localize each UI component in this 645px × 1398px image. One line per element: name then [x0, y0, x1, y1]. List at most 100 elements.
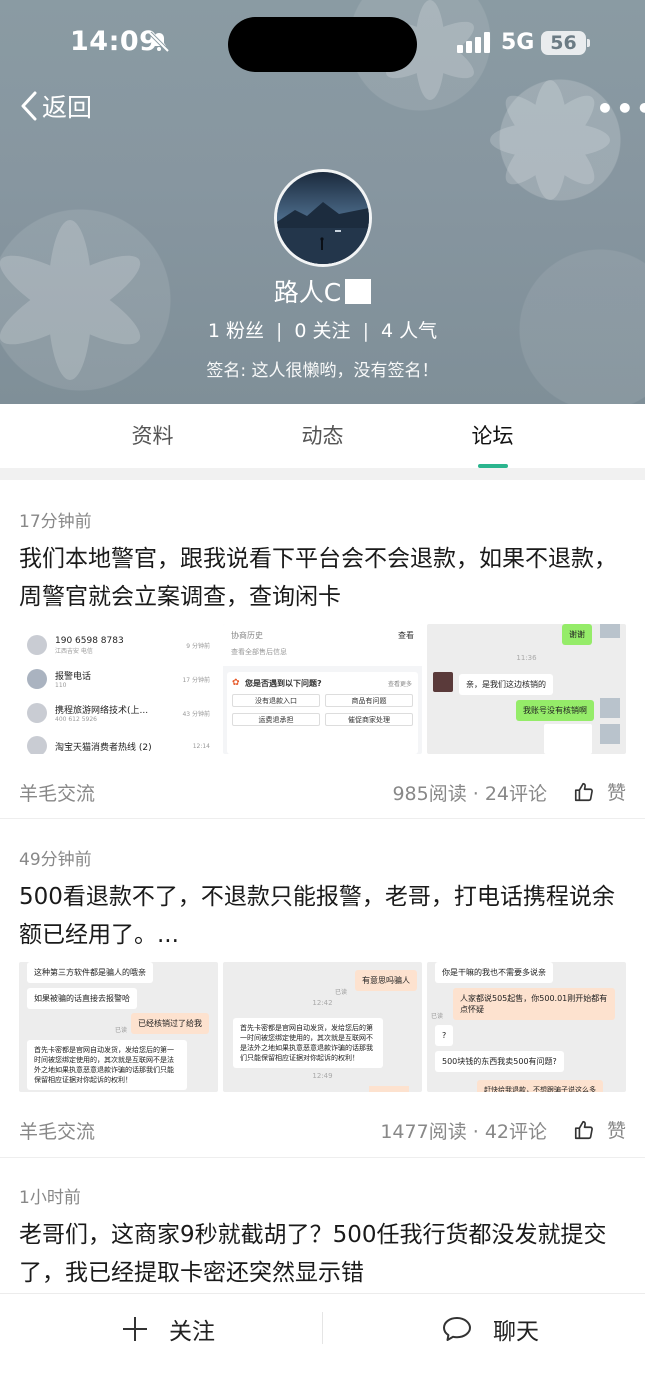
stat-divider: |: [276, 320, 283, 342]
call-name: 淘宝天猫消费者热线 (2): [55, 742, 152, 753]
chat-avatar: [600, 698, 620, 718]
avatar[interactable]: [274, 169, 372, 267]
chat-bubble: 你是干嘛的我也不需要多说亲: [435, 962, 553, 983]
post-time: 1小时前: [19, 1188, 81, 1208]
section-divider: [0, 468, 645, 480]
stat-following[interactable]: 0 关注: [294, 320, 350, 342]
bottom-action-bar: 关注 聊天: [0, 1293, 645, 1398]
chat-avatar: [600, 724, 620, 744]
post-image-chat[interactable]: 你是干嘛的我也不需要多说亲 人家都说505起售，你500.01刚开始都有点怀疑 …: [427, 962, 626, 1092]
contact-avatar-icon: [27, 635, 47, 655]
post-metrics: 985阅读 · 24评论: [392, 783, 547, 805]
help-view: 查看: [398, 631, 414, 640]
call-sub: 110: [55, 682, 67, 689]
contact-avatar-icon: [27, 736, 47, 754]
forum-post[interactable]: 49分钟前 500看退款不了，不退款只能报警，老哥，打电话携程说余额已经用了。.…: [0, 819, 645, 1157]
help-more: 查看更多: [387, 681, 412, 688]
stat-fans[interactable]: 1 粉丝: [208, 320, 264, 342]
status-time: 14:09: [70, 26, 159, 57]
post-metrics: 1477阅读 · 42评论: [380, 1121, 547, 1143]
profile-stats: 1 粉丝 | 0 关注 | 4 人气: [0, 316, 645, 343]
battery-tip: [587, 39, 590, 47]
call-time: 9 分钟前: [186, 642, 210, 650]
chat-bubble: 谢谢: [562, 624, 592, 645]
chat-bubble-icon: [443, 1317, 471, 1341]
contact-avatar-icon: [27, 703, 47, 723]
call-name: 190 6598 8783: [55, 635, 124, 646]
chat-time: 12:42: [312, 999, 333, 1007]
chat-bubble: 我账号没有核销啊: [516, 700, 594, 721]
post-image-chat[interactable]: 有意思吗骗人 已读 12:42 首先卡密都是官网自动发货，发给您后的第一时间被您…: [223, 962, 422, 1092]
bell-muted-icon: [148, 31, 170, 53]
like-label: 赞: [607, 1120, 627, 1142]
help-option: 没有退款入口: [232, 694, 320, 707]
post-source[interactable]: 羊毛交流: [19, 1117, 95, 1144]
network-type: 5G: [501, 30, 535, 55]
read-status: 已读: [115, 1027, 128, 1034]
more-options-icon[interactable]: •••: [596, 92, 645, 125]
post-title[interactable]: 我们本地警官，跟我说看下平台会不会退款，如果不退款，周警官就会立案调查，查询闲卡: [19, 540, 629, 616]
like-button[interactable]: 赞: [573, 778, 626, 805]
chat-bubble: 如果被骗的话直接去报警哈: [27, 988, 137, 1009]
call-time: 43 分钟前: [182, 710, 210, 718]
help-option: 运费退承担: [232, 713, 320, 726]
post-title[interactable]: 500看退款不了，不退款只能报警，老哥，打电话携程说余额已经用了。...: [19, 878, 629, 954]
call-time: 12:14: [192, 742, 210, 750]
call-time: 17 分钟前: [182, 676, 210, 684]
chat-bubble: 有意思吗骗人: [355, 970, 417, 991]
post-source[interactable]: 羊毛交流: [19, 779, 95, 806]
plus-icon: [123, 1317, 147, 1341]
avatar-image: [277, 172, 369, 264]
call-name: 携程旅游网络技术(上...: [55, 706, 149, 716]
contact-avatar-icon: [27, 669, 47, 689]
chat-time: 12:49: [312, 1072, 333, 1080]
forum-post[interactable]: 17分钟前 我们本地警官，跟我说看下平台会不会退款，如果不退款，周警官就会立案调…: [0, 480, 645, 818]
post-image-help-panel[interactable]: 协商历史 查看 查看全部售后信息 ✿ 您是否遇到以下问题? 查看更多 没有退款入…: [223, 624, 422, 754]
tab-activity[interactable]: 动态: [238, 404, 408, 468]
chat-bubble: 人家都说505起售，你500.01刚开始都有点怀疑: [453, 988, 615, 1020]
chat-bubble: 亲，是我们这边核销的: [459, 674, 553, 695]
stat-popularity: 4 人气: [380, 320, 438, 342]
back-button[interactable]: 返回: [20, 88, 92, 124]
tab-label: 动态: [301, 424, 344, 448]
chat-button[interactable]: 聊天: [441, 1294, 539, 1364]
read-status: 已读: [431, 1013, 444, 1020]
username-redaction: [345, 279, 372, 304]
chat-time: 11:36: [516, 654, 537, 662]
chat-avatar: [600, 624, 620, 638]
chat-bubble-partial: [369, 1086, 409, 1092]
tab-profile[interactable]: 资料: [68, 404, 238, 468]
tab-label: 资料: [131, 424, 174, 448]
call-sub: 400 612 5926: [55, 716, 97, 723]
post-images: 190 6598 8783 江西吉安 电信 9 分钟前 报警电话 110 17 分钟前 …: [19, 624, 626, 754]
battery-icon: 56: [541, 31, 586, 55]
bar-divider: [322, 1312, 323, 1344]
tab-forum[interactable]: 论坛: [408, 404, 578, 468]
help-history: 协商历史: [231, 631, 263, 640]
follow-button[interactable]: 关注: [121, 1294, 215, 1364]
username-text: 路人C: [273, 278, 342, 307]
help-question: 您是否遇到以下问题?: [245, 679, 322, 688]
help-option: 商品有问题: [325, 694, 413, 707]
chat-bubble: 已经核销过了给我: [131, 1013, 209, 1034]
post-image-chat[interactable]: 谢谢 11:36 亲，是我们这边核销的 我账号没有核销啊: [427, 624, 626, 754]
post-time: 17分钟前: [19, 512, 92, 532]
thumbs-up-icon: [574, 782, 593, 801]
profile-signature: 签名: 这人很懒哟，没有签名！: [206, 361, 439, 381]
chat-bubble: 赶快给我退款，不想跟骗子说这么多: [477, 1080, 603, 1092]
like-label: 赞: [607, 782, 627, 804]
post-image-call-log[interactable]: 190 6598 8783 江西吉安 电信 9 分钟前 报警电话 110 17 分钟前 …: [19, 624, 218, 754]
profile-tabs: 资料 动态 论坛: [0, 404, 645, 468]
dynamic-island: [228, 17, 417, 72]
post-title[interactable]: 老哥们，这商家9秒就截胡了？500任我行货都没发就提交了，我已经提取卡密还突然显…: [19, 1216, 629, 1292]
post-image-chat[interactable]: 这种第三方软件都是骗人的哦亲 如果被骗的话直接去报警哈 已读 已经核销过了给我 …: [19, 962, 218, 1092]
forum-post[interactable]: 1小时前 老哥们，这商家9秒就截胡了？500任我行货都没发就提交了，我已经提取卡…: [0, 1158, 645, 1293]
read-status: 已读: [335, 989, 348, 996]
help-icon: ✿: [232, 678, 240, 688]
chevron-left-icon: [21, 91, 37, 121]
battery-level: 56: [550, 32, 577, 54]
thumbs-up-icon: [574, 1120, 593, 1139]
like-button[interactable]: 赞: [573, 1116, 626, 1143]
help-option: 催促商家处理: [325, 713, 413, 726]
chat-card: [544, 724, 592, 754]
